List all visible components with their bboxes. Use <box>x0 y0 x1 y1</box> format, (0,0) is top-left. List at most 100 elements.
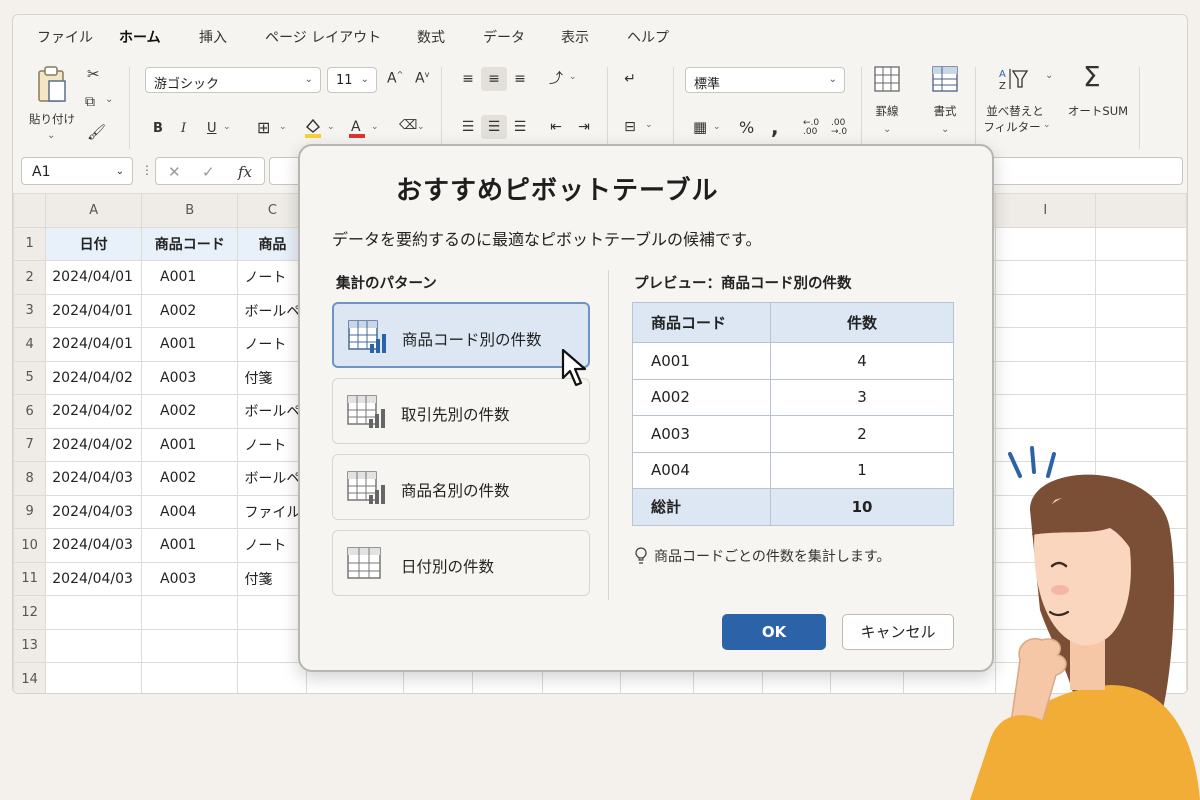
sort-filter-dropdown-icon[interactable]: ⌄ <box>1045 71 1053 81</box>
sheet-cell[interactable] <box>994 226 1096 261</box>
row-header[interactable]: 5 <box>13 360 47 395</box>
sort-filter-icon[interactable]: A Z <box>997 65 1031 93</box>
number-format-select[interactable]: 標準 ⌄ <box>685 67 845 93</box>
sheet-cell[interactable] <box>1094 327 1187 362</box>
merge-center-icon[interactable]: ⊟ <box>617 115 643 139</box>
sheet-cell[interactable] <box>141 628 239 663</box>
sort-filter-label-line1[interactable]: 並べ替えと <box>981 103 1049 119</box>
sheet-cell[interactable]: 付箋 <box>237 360 308 395</box>
sheet-cell[interactable]: ボールペ <box>237 394 308 429</box>
sheet-cell[interactable]: ノート <box>237 528 308 563</box>
sheet-cell[interactable] <box>1094 260 1187 295</box>
align-center-icon[interactable]: ☰ <box>481 115 507 139</box>
sheet-cell[interactable]: A002 <box>141 394 239 429</box>
row-header[interactable]: 11 <box>13 561 47 596</box>
row-header[interactable]: 2 <box>13 260 47 295</box>
row-header[interactable]: 12 <box>13 595 47 630</box>
orientation-icon[interactable]: ⤴ <box>543 67 569 91</box>
format-painter-icon[interactable]: 🖌 <box>87 125 106 140</box>
pattern-option[interactable]: 商品コード別の件数 <box>332 302 590 368</box>
tab-data[interactable]: データ <box>483 27 525 47</box>
row-header[interactable]: 9 <box>13 494 47 529</box>
font-color-icon[interactable]: A <box>347 117 367 139</box>
sheet-cell[interactable]: 日付 <box>45 226 143 261</box>
column-header[interactable]: B <box>141 193 239 228</box>
align-left-icon[interactable]: ☰ <box>455 115 481 139</box>
fill-color-dropdown-icon[interactable]: ⌄ <box>327 123 335 132</box>
copy-dropdown-icon[interactable]: ⌄ <box>105 95 113 105</box>
row-header[interactable]: 13 <box>13 628 47 663</box>
sheet-cell[interactable]: A001 <box>141 528 239 563</box>
font-name-select[interactable]: 游ゴシック ⌄ <box>145 67 321 93</box>
sort-filter-label-line2[interactable]: フィルター <box>979 119 1045 135</box>
sheet-cell[interactable]: A003 <box>141 360 239 395</box>
sheet-cell[interactable]: 2024/04/03 <box>45 561 143 596</box>
pattern-option[interactable]: 商品名別の件数 <box>332 454 590 520</box>
sheet-cell[interactable]: 2024/04/01 <box>45 327 143 362</box>
sheet-cell[interactable]: A001 <box>141 327 239 362</box>
tab-formulas[interactable]: 数式 <box>417 27 445 47</box>
increase-indent-icon[interactable]: ⇥ <box>571 115 597 139</box>
row-header[interactable]: 10 <box>13 528 47 563</box>
pattern-option[interactable]: 取引先別の件数 <box>332 378 590 444</box>
row-header[interactable]: 4 <box>13 327 47 362</box>
align-right-icon[interactable]: ☰ <box>507 115 533 139</box>
sheet-cell[interactable]: 商品コード <box>141 226 239 261</box>
sheet-cell[interactable] <box>141 595 239 630</box>
sheet-cell[interactable] <box>45 595 143 630</box>
styles-table-icon[interactable] <box>931 65 959 93</box>
row-header[interactable]: 3 <box>13 293 47 328</box>
select-all-corner[interactable] <box>13 193 47 228</box>
tab-view[interactable]: 表示 <box>561 27 589 47</box>
column-header[interactable]: A <box>45 193 143 228</box>
filter-dropdown-icon[interactable]: ⌄ <box>1043 121 1051 130</box>
sheet-cell[interactable]: 付箋 <box>237 561 308 596</box>
borders-dropdown-icon[interactable]: ⌄ <box>279 123 287 132</box>
decrease-decimal-icon[interactable]: .00 →.0 <box>831 119 847 137</box>
ok-button[interactable]: OK <box>722 614 826 650</box>
sheet-cell[interactable] <box>994 327 1096 362</box>
align-middle-icon[interactable]: ≡ <box>481 67 507 91</box>
cells-group-label[interactable]: 罫線 <box>865 103 909 119</box>
accounting-format-icon[interactable]: ▦ <box>693 120 707 135</box>
sheet-cell[interactable]: 2024/04/01 <box>45 260 143 295</box>
fill-color-icon[interactable] <box>303 117 323 139</box>
row-header[interactable]: 7 <box>13 427 47 462</box>
sheet-cell[interactable] <box>994 360 1096 395</box>
row-header[interactable]: 1 <box>13 226 47 261</box>
styles-dropdown-icon[interactable]: ⌄ <box>941 125 949 135</box>
align-bottom-icon[interactable]: ≡ <box>507 67 533 91</box>
row-header[interactable]: 14 <box>13 662 47 693</box>
insert-function-icon[interactable]: fx <box>238 163 252 181</box>
styles-group-label[interactable]: 書式 <box>923 103 967 119</box>
sheet-cell[interactable] <box>237 628 308 663</box>
cut-icon[interactable]: ✂ <box>87 67 100 82</box>
sheet-cell[interactable] <box>141 662 239 693</box>
sheet-cell[interactable] <box>1094 293 1187 328</box>
accounting-dropdown-icon[interactable]: ⌄ <box>713 123 721 132</box>
sheet-cell[interactable] <box>994 293 1096 328</box>
row-header[interactable]: 8 <box>13 461 47 496</box>
confirm-entry-icon[interactable]: ✓ <box>202 163 215 181</box>
sheet-cell[interactable]: ノート <box>237 427 308 462</box>
wrap-text-icon[interactable]: ↵ <box>617 67 643 91</box>
cancel-entry-icon[interactable]: ✕ <box>168 163 181 181</box>
shrink-font-icon[interactable]: Av <box>415 71 429 86</box>
paste-dropdown-icon[interactable]: ⌄ <box>47 131 55 141</box>
sheet-cell[interactable]: ボールペ <box>237 293 308 328</box>
paste-label[interactable]: 貼り付け <box>27 111 77 127</box>
sheet-cell[interactable]: ボールペ <box>237 461 308 496</box>
cells-dropdown-icon[interactable]: ⌄ <box>883 125 891 135</box>
sheet-cell[interactable] <box>994 394 1096 429</box>
tab-page-layout[interactable]: ページ レイアウト <box>265 27 381 47</box>
clear-format-icon[interactable]: ⌫ <box>399 119 417 132</box>
underline-icon[interactable]: U <box>207 122 217 135</box>
italic-icon[interactable]: I <box>181 122 186 135</box>
autosum-label[interactable]: オートSUM <box>1065 103 1131 119</box>
sheet-cell[interactable]: 2024/04/03 <box>45 494 143 529</box>
decrease-indent-icon[interactable]: ⇤ <box>543 115 569 139</box>
grow-font-icon[interactable]: A^ <box>387 71 403 86</box>
sheet-cell[interactable]: 2024/04/03 <box>45 528 143 563</box>
underline-dropdown-icon[interactable]: ⌄ <box>223 123 231 132</box>
sheet-cell[interactable] <box>994 260 1096 295</box>
